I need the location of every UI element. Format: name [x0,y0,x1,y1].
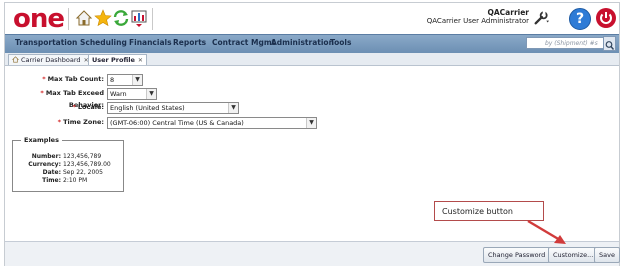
user-info: QACarrier QACarrier User Administrator [427,8,529,26]
time-zone-label: * Time Zone: [57,118,104,126]
examples-group: Examples Number: 123,456,789 Currency: 123… [12,136,124,192]
nav-transportation[interactable]: Transportation [15,38,77,47]
help-icon[interactable]: ? [569,8,591,30]
chevron-down-icon: ▼ [146,89,156,99]
nav-contract-mgmt[interactable]: Contract Mgmt [212,38,275,47]
time-zone-select[interactable]: (GMT-06:00) Central Time (US & Canada) ▼ [107,117,317,129]
refresh-icon[interactable] [112,9,130,27]
home-icon[interactable] [75,9,93,27]
nav-administration[interactable]: Administration [271,38,334,47]
save-button[interactable]: Save [594,247,620,263]
tab-carrier-dashboard[interactable]: Carrier Dashboard ✕ [8,54,93,65]
tab-bar: Carrier Dashboard ✕ User Profile ✕ [5,53,619,66]
locale-select[interactable]: English (United States) ▼ [107,102,239,114]
main-nav: Transportation Scheduling Financials Rep… [5,34,619,54]
one-logo[interactable]: one [13,6,65,32]
header-divider [68,8,69,30]
customize-button[interactable]: Customize... [548,247,599,263]
header-divider [152,8,153,30]
nav-financials[interactable]: Financials [129,38,172,47]
tab-label: Carrier Dashboard [21,56,81,64]
footer-action-bar: Change Password Customize... Save [5,241,620,266]
app-header: one QACarrier QACarrier User Administrat… [5,3,619,34]
max-tab-exceed-select[interactable]: Warn ▼ [107,88,157,100]
chevron-down-icon: ▼ [306,118,316,128]
examples-title: Examples [21,136,62,144]
locale-label: * Locale: [72,103,105,111]
tab-label: User Profile [92,56,135,64]
change-password-button[interactable]: Change Password [483,247,551,263]
max-tab-count-select[interactable]: 8 ▼ [107,74,143,86]
company-name: QACarrier [487,8,530,17]
nav-reports[interactable]: Reports [173,38,206,47]
tab-user-profile[interactable]: User Profile ✕ [88,54,147,65]
chevron-down-icon: ▼ [132,75,142,85]
home-icon [12,56,19,63]
settings-wrench-icon[interactable] [533,10,549,26]
customize-callout: Customize button [434,201,544,221]
app-window: one QACarrier QACarrier User Administrat… [4,2,620,266]
close-tab-icon[interactable]: ✕ [138,56,143,66]
search-button[interactable] [603,36,616,51]
search-icon [605,41,615,50]
nav-scheduling[interactable]: Scheduling [80,38,127,47]
report-chart-icon[interactable] [130,9,148,27]
max-tab-count-label: * Max Tab Count: [42,75,104,83]
logout-power-icon[interactable] [596,8,616,28]
favorites-star-icon[interactable] [94,9,112,27]
nav-tools[interactable]: Tools [330,38,351,47]
search-input[interactable]: by (Shipment) #s [526,37,606,49]
chevron-down-icon: ▼ [228,103,238,113]
user-role: QACarrier User Administrator [426,17,529,25]
